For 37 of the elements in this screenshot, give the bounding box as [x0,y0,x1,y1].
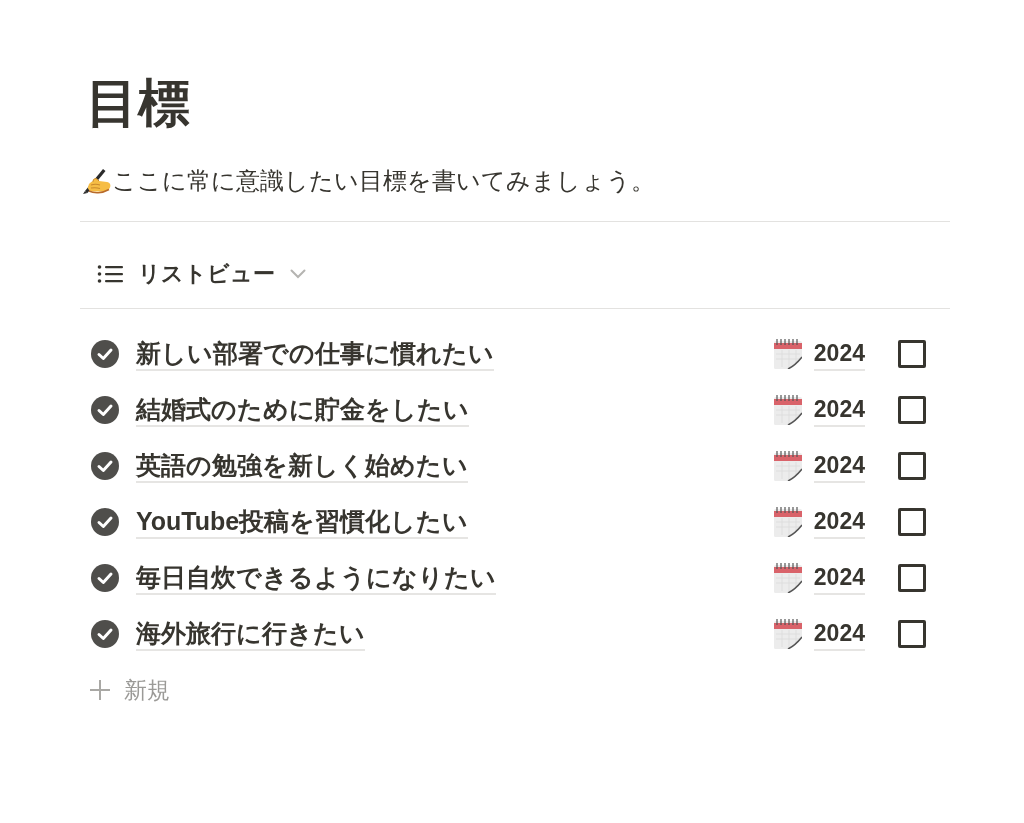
calendar-icon [773,451,802,481]
check-circle-icon [91,452,119,480]
goal-title-link[interactable]: 海外旅行に行きたい [136,617,365,651]
goal-checkbox[interactable] [898,452,926,480]
goal-title-link[interactable]: YouTube投稿を習慣化したい [136,505,469,539]
check-circle-icon [91,340,119,368]
plus-icon [90,680,110,700]
goal-year: 2024 [813,505,865,539]
goal-year: 2024 [813,393,865,427]
page-description: ここに常に意識したい目標を書いてみましょう。 [112,166,655,196]
goal-title-link[interactable]: 新しい部署での仕事に慣れたい [136,337,494,371]
check-circle-icon [91,620,119,648]
calendar-icon [773,339,802,369]
goal-checkbox[interactable] [898,620,926,648]
goal-title-link[interactable]: 英語の勉強を新しく始めたい [136,449,468,483]
goal-title-link[interactable]: 毎日自炊できるようになりたい [136,561,496,595]
writing-hand-icon [80,167,112,195]
goal-checkbox[interactable] [898,396,926,424]
page-title: 目標 [86,73,190,134]
check-circle-icon [91,508,119,536]
goal-year: 2024 [813,337,865,371]
check-circle-icon [91,564,119,592]
list-view-tab[interactable]: リストビュー [97,259,306,289]
calendar-icon [773,395,802,425]
chevron-down-icon [290,269,306,279]
goal-year: 2024 [813,561,865,595]
goal-checkbox[interactable] [898,508,926,536]
calendar-icon [773,619,802,649]
goal-year: 2024 [813,449,865,483]
check-circle-icon [91,396,119,424]
goal-checkbox[interactable] [898,564,926,592]
goal-title-link[interactable]: 結婚式のために貯金をしたい [136,393,469,427]
goal-checkbox[interactable] [898,340,926,368]
goal-year: 2024 [813,617,865,651]
list-icon [97,264,123,284]
calendar-icon [773,507,802,537]
calendar-icon [773,563,802,593]
